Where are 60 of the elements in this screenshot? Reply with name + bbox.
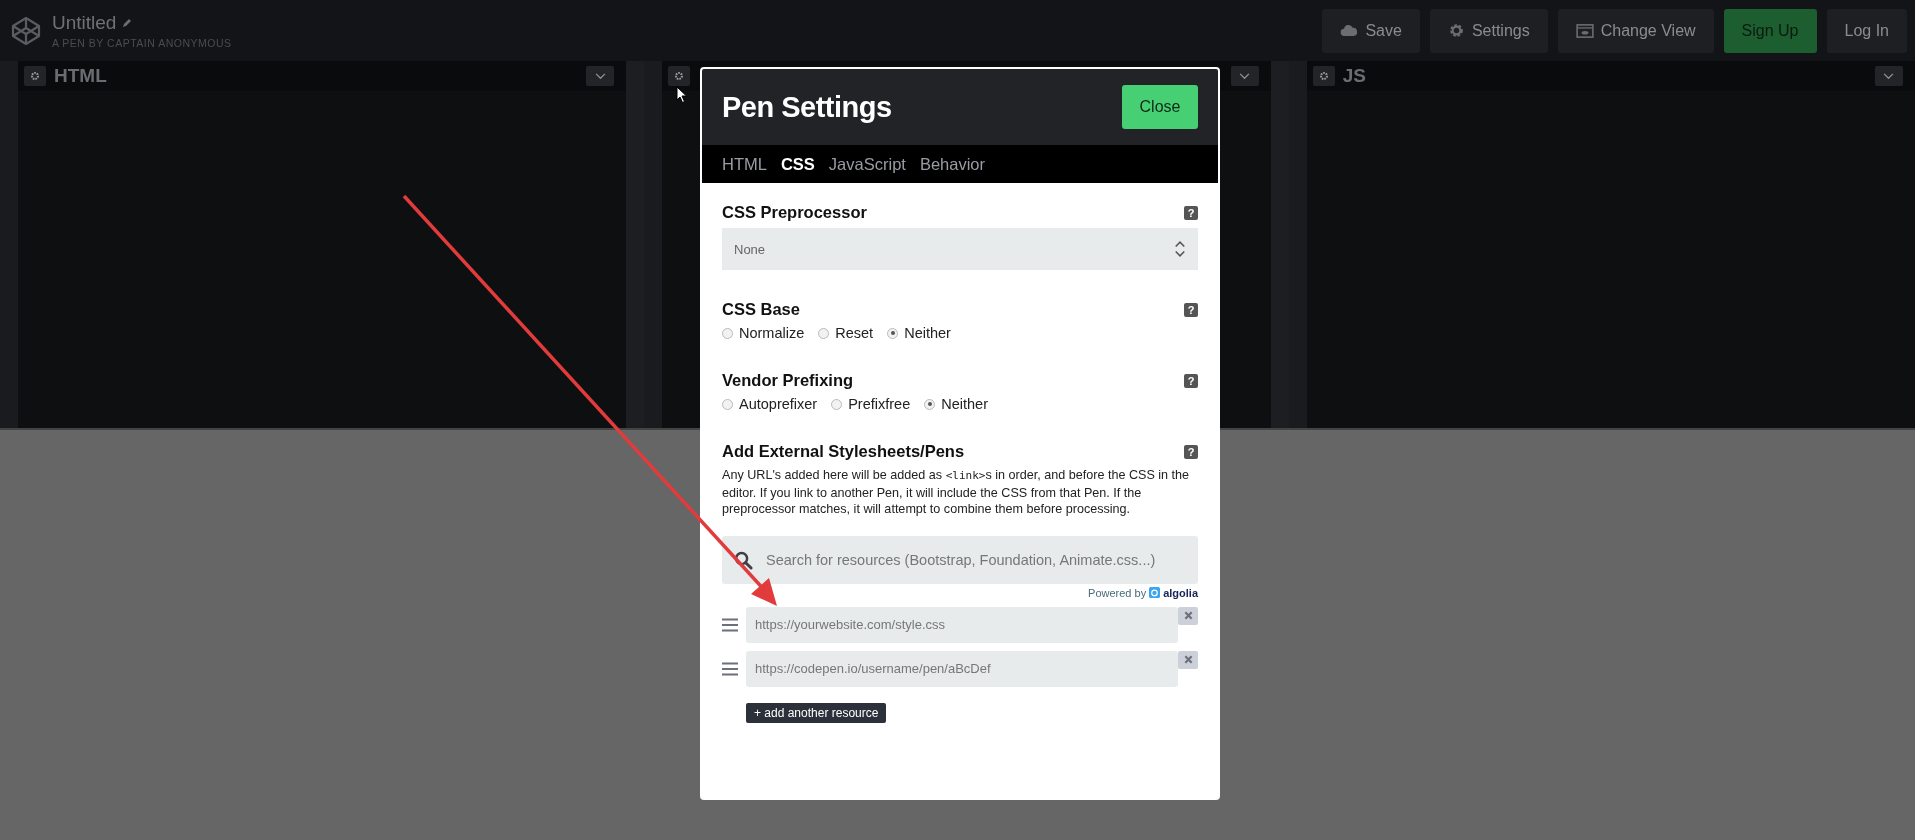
settings-icon[interactable] xyxy=(24,66,46,86)
caret-icon[interactable] xyxy=(1875,66,1903,86)
remove-icon[interactable] xyxy=(1178,650,1198,669)
brand-name[interactable]: algolia xyxy=(1163,586,1198,599)
tab[interactable]: CSS xyxy=(780,154,815,174)
powered-by-text: Powered by xyxy=(1088,586,1147,599)
radio-label: Normalize xyxy=(739,325,805,341)
tab[interactable]: JavaScript xyxy=(828,154,906,174)
radio-label: Neither xyxy=(904,325,951,341)
settings-icon[interactable] xyxy=(1312,66,1335,86)
radio-button[interactable] xyxy=(924,398,936,410)
up-down-icon xyxy=(1174,239,1186,259)
pen-title[interactable]: Untitled xyxy=(52,12,117,34)
radio-button[interactable] xyxy=(887,327,899,339)
dialog-title: Pen Settings xyxy=(722,90,892,124)
close-button[interactable]: Close xyxy=(1122,85,1198,129)
help-button[interactable]: ? xyxy=(1184,444,1198,459)
settings-button[interactable]: Settings xyxy=(1429,8,1548,53)
save-button[interactable]: Save xyxy=(1322,8,1420,53)
resource-search-field[interactable]: Search for resources (Bootstrap, Foundation, Animate.css...) xyxy=(722,535,1198,584)
radio-button[interactable] xyxy=(722,327,733,339)
drag-handle-icon[interactable] xyxy=(722,661,738,676)
help-button[interactable]: ? xyxy=(1184,205,1198,220)
tab[interactable]: Behavior xyxy=(919,154,985,174)
gear-icon xyxy=(1447,22,1465,39)
description-text: Any URL's added here will be added as <link>s in order, and before the CSS in the editor. If you link to another Pen, it will include the CSS from that Pen. If the preprocessor matches, it will attempt to combine them before processing. xyxy=(722,467,1191,518)
help-button[interactable]: ? xyxy=(1184,373,1198,388)
cloud-icon xyxy=(1340,24,1359,37)
view-button[interactable]: Change View xyxy=(1557,8,1714,53)
radio-label: Prefixfree xyxy=(848,396,911,412)
add-resource-button[interactable]: + add another resource xyxy=(746,702,887,723)
radio-button[interactable] xyxy=(722,398,733,410)
cube-logo-icon[interactable] xyxy=(10,14,42,47)
clock-logo-icon xyxy=(1149,587,1161,598)
resource-url-field[interactable]: https://codepen.io/username/pen/aBcDef xyxy=(746,650,1178,687)
caret-icon[interactable] xyxy=(586,66,615,86)
editor-title: HTML xyxy=(54,65,108,87)
radio-button[interactable] xyxy=(831,398,843,410)
radio-label: Autoprefixer xyxy=(739,396,818,412)
radio-button[interactable] xyxy=(818,327,830,339)
remove-icon[interactable] xyxy=(1178,606,1198,625)
section-heading: Vendor Prefixing xyxy=(722,371,854,390)
section-heading: CSS Preprocessor xyxy=(722,203,867,222)
tab[interactable]: HTML xyxy=(722,154,767,174)
window-icon xyxy=(1575,23,1594,38)
section-heading: CSS Base xyxy=(722,300,800,319)
pencil-icon[interactable] xyxy=(121,17,134,29)
pen-author: A PEN BY CAPTAIN ANONYMOUS xyxy=(52,37,232,49)
editor-title: JS xyxy=(1342,65,1367,87)
settings-icon[interactable] xyxy=(668,66,691,86)
login-button[interactable]: Log In xyxy=(1826,8,1907,53)
preprocessor-select[interactable]: None xyxy=(722,228,1198,270)
section-heading: Add External Stylesheets/Pens xyxy=(722,442,965,461)
caret-icon[interactable] xyxy=(1230,66,1259,86)
radio-label: Reset xyxy=(835,325,874,341)
resource-url-field[interactable]: https://yourwebsite.com/style.css xyxy=(746,606,1178,643)
help-button[interactable]: ? xyxy=(1184,302,1198,317)
radio-label: Neither xyxy=(941,396,988,412)
mouse-cursor-icon xyxy=(676,86,688,104)
drag-handle-icon[interactable] xyxy=(722,617,738,632)
